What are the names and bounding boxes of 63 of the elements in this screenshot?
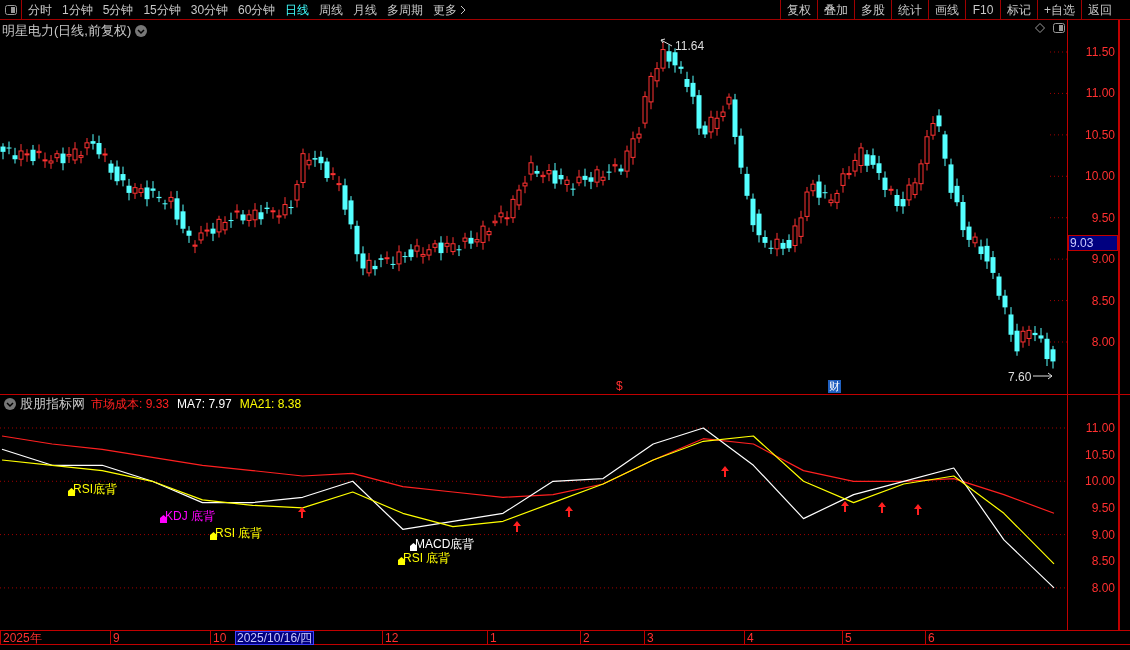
signal-label: RSI 底背 bbox=[215, 527, 263, 540]
cursor-date-label: 2025/10/16/四 bbox=[235, 631, 315, 645]
axis-label: 8.50 bbox=[1090, 554, 1115, 569]
legend-name: 市场成本 bbox=[91, 395, 139, 413]
period-tab[interactable]: 月线 bbox=[353, 0, 378, 19]
axis-label: 8.50 bbox=[1090, 293, 1115, 308]
period-tab[interactable]: 1分钟 bbox=[62, 0, 93, 19]
date-axis-label: 3 bbox=[644, 631, 654, 645]
current-price-label: 9.03 bbox=[1068, 234, 1118, 251]
period-tab[interactable]: 日线 bbox=[285, 0, 310, 19]
date-axis-label: 10 bbox=[210, 631, 227, 645]
axis-label: 10.50 bbox=[1083, 447, 1115, 462]
high-price-label: 11.64 bbox=[675, 39, 705, 53]
toolbar-button[interactable]: 返回 bbox=[1081, 0, 1118, 19]
toolbar-button[interactable]: 标记 bbox=[1000, 0, 1037, 19]
toolbar-button[interactable]: F10 bbox=[965, 0, 1000, 19]
axis-label: 11.00 bbox=[1084, 421, 1115, 435]
axis-label: 9.50 bbox=[1090, 500, 1115, 515]
date-axis-label: 4 bbox=[744, 631, 754, 645]
axis-label: 11.00 bbox=[1084, 86, 1115, 101]
axis-label: 9.50 bbox=[1090, 210, 1115, 225]
period-tab[interactable]: 周线 bbox=[319, 0, 344, 19]
date-axis-label: 6 bbox=[925, 631, 935, 645]
axis-label: 11.50 bbox=[1084, 45, 1115, 59]
legend-name: MA7 bbox=[177, 395, 202, 413]
signal-label: RSI底背 bbox=[73, 483, 117, 496]
axis-label: 10.00 bbox=[1083, 474, 1115, 489]
axis-label: 9.00 bbox=[1090, 527, 1115, 542]
date-axis-label: 1 bbox=[487, 631, 497, 645]
legend-value: : 9.33 bbox=[139, 395, 170, 413]
legend-value: : 8.38 bbox=[271, 395, 302, 413]
dollar-marker[interactable]: $ bbox=[616, 380, 623, 393]
toolbar-button[interactable]: 多股 bbox=[854, 0, 891, 19]
signal-label: RSI 底背 bbox=[403, 552, 451, 565]
legend-value: : 7.97 bbox=[201, 395, 232, 413]
low-price-label: 7.60 bbox=[1008, 370, 1032, 384]
period-tab[interactable]: 5分钟 bbox=[102, 0, 134, 19]
period-tab[interactable]: 15分钟 bbox=[143, 0, 181, 19]
date-axis-label: 12 bbox=[382, 631, 399, 645]
toolbar-button[interactable]: +自选 bbox=[1037, 0, 1081, 19]
date-axis-label: 2025年 bbox=[0, 631, 42, 645]
chart-title: 明星电力(日线,前复权) bbox=[2, 22, 132, 40]
period-tab[interactable]: 分时 bbox=[28, 0, 52, 19]
toolbar-button[interactable]: 画线 bbox=[928, 0, 965, 19]
toolbar-button[interactable]: 统计 bbox=[891, 0, 928, 19]
signal-label: MACD底背 bbox=[415, 538, 475, 551]
date-axis-label: 2 bbox=[580, 631, 590, 645]
axis-label: 10.50 bbox=[1083, 127, 1115, 142]
indicator-name: 股朋指标网 bbox=[20, 394, 85, 413]
period-tab[interactable]: 更多 bbox=[433, 0, 467, 19]
signal-label: KDJ 底背 bbox=[165, 510, 215, 523]
period-tab[interactable]: 60分钟 bbox=[238, 0, 276, 19]
toolbar-button[interactable]: 复权 bbox=[780, 0, 817, 19]
axis-label: 10.00 bbox=[1083, 169, 1115, 184]
axis-label: 8.00 bbox=[1090, 335, 1115, 349]
axis-label: 9.00 bbox=[1090, 252, 1115, 267]
date-axis-label: 9 bbox=[110, 631, 120, 645]
finance-marker[interactable]: 财 bbox=[828, 380, 841, 393]
period-tab[interactable]: 30分钟 bbox=[190, 0, 229, 19]
date-axis-label: 5 bbox=[842, 631, 852, 645]
period-tab[interactable]: 多周期 bbox=[387, 0, 424, 19]
axis-label: 8.00 bbox=[1090, 580, 1115, 595]
toolbar-button[interactable]: 叠加 bbox=[817, 0, 854, 19]
